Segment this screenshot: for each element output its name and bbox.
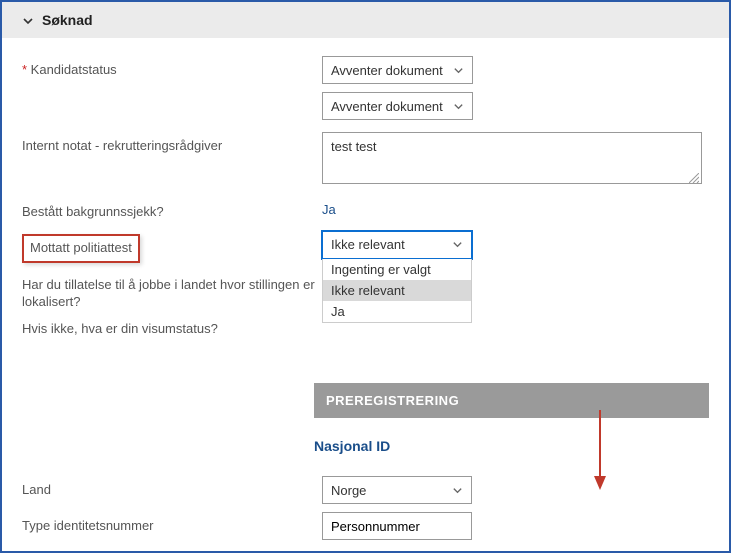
chevron-down-icon: [22, 15, 32, 25]
select-value: Norge: [331, 483, 366, 498]
chevron-down-icon: [453, 65, 464, 76]
select-kandidatstatus-1[interactable]: Avventer dokument: [322, 56, 473, 84]
subheader-nasjonal-id: Nasjonal ID: [314, 438, 709, 454]
select-value: Avventer dokument: [331, 63, 443, 78]
select-land[interactable]: Norge: [322, 476, 472, 504]
textarea-value: test test: [331, 139, 377, 154]
label-empty: [22, 92, 322, 98]
banner-preregistrering: PREREGISTRERING: [314, 383, 709, 418]
label-kandidatstatus: Kandidatstatus: [22, 56, 322, 79]
select-kandidatstatus-2[interactable]: Avventer dokument: [322, 92, 473, 120]
dropdown-option[interactable]: Ikke relevant: [323, 280, 471, 301]
label-tillatelse: Har du tillatelse til å jobbe i landet h…: [22, 271, 322, 311]
chevron-down-icon: [453, 101, 464, 112]
section-title: Søknad: [42, 12, 93, 28]
label-internt-notat: Internt notat - rekrutteringsrådgiver: [22, 132, 322, 155]
select-value: Avventer dokument: [331, 99, 443, 114]
annotation-arrow-icon: [590, 410, 610, 493]
label-politiattest: Mottatt politiattest: [30, 240, 132, 255]
section-header[interactable]: Søknad: [2, 2, 729, 38]
dropdown-list-politiattest: Ingenting er valgt Ikke relevant Ja: [322, 259, 472, 323]
label-visumstatus: Hvis ikke, hva er din visumstatus?: [22, 315, 322, 338]
chevron-down-icon: [452, 239, 463, 250]
chevron-down-icon: [452, 485, 463, 496]
dropdown-option[interactable]: Ingenting er valgt: [323, 259, 471, 280]
label-bakgrunnssjekk: Bestått bakgrunnssjekk?: [22, 198, 322, 221]
select-value: Ikke relevant: [331, 237, 405, 252]
dropdown-option[interactable]: Ja: [323, 301, 471, 322]
input-type-id[interactable]: [322, 512, 472, 540]
label-politiattest-highlight: Mottatt politiattest: [22, 234, 140, 263]
label-type-id: Type identitetsnummer: [22, 512, 322, 535]
textarea-internt-notat[interactable]: test test: [322, 132, 702, 184]
label-land: Land: [22, 476, 322, 499]
form-area: Kandidatstatus Avventer dokument Avvente…: [2, 38, 729, 540]
select-politiattest[interactable]: Ikke relevant: [322, 231, 472, 259]
resize-handle-icon[interactable]: [689, 171, 699, 181]
value-bakgrunnssjekk: Ja: [322, 198, 709, 217]
